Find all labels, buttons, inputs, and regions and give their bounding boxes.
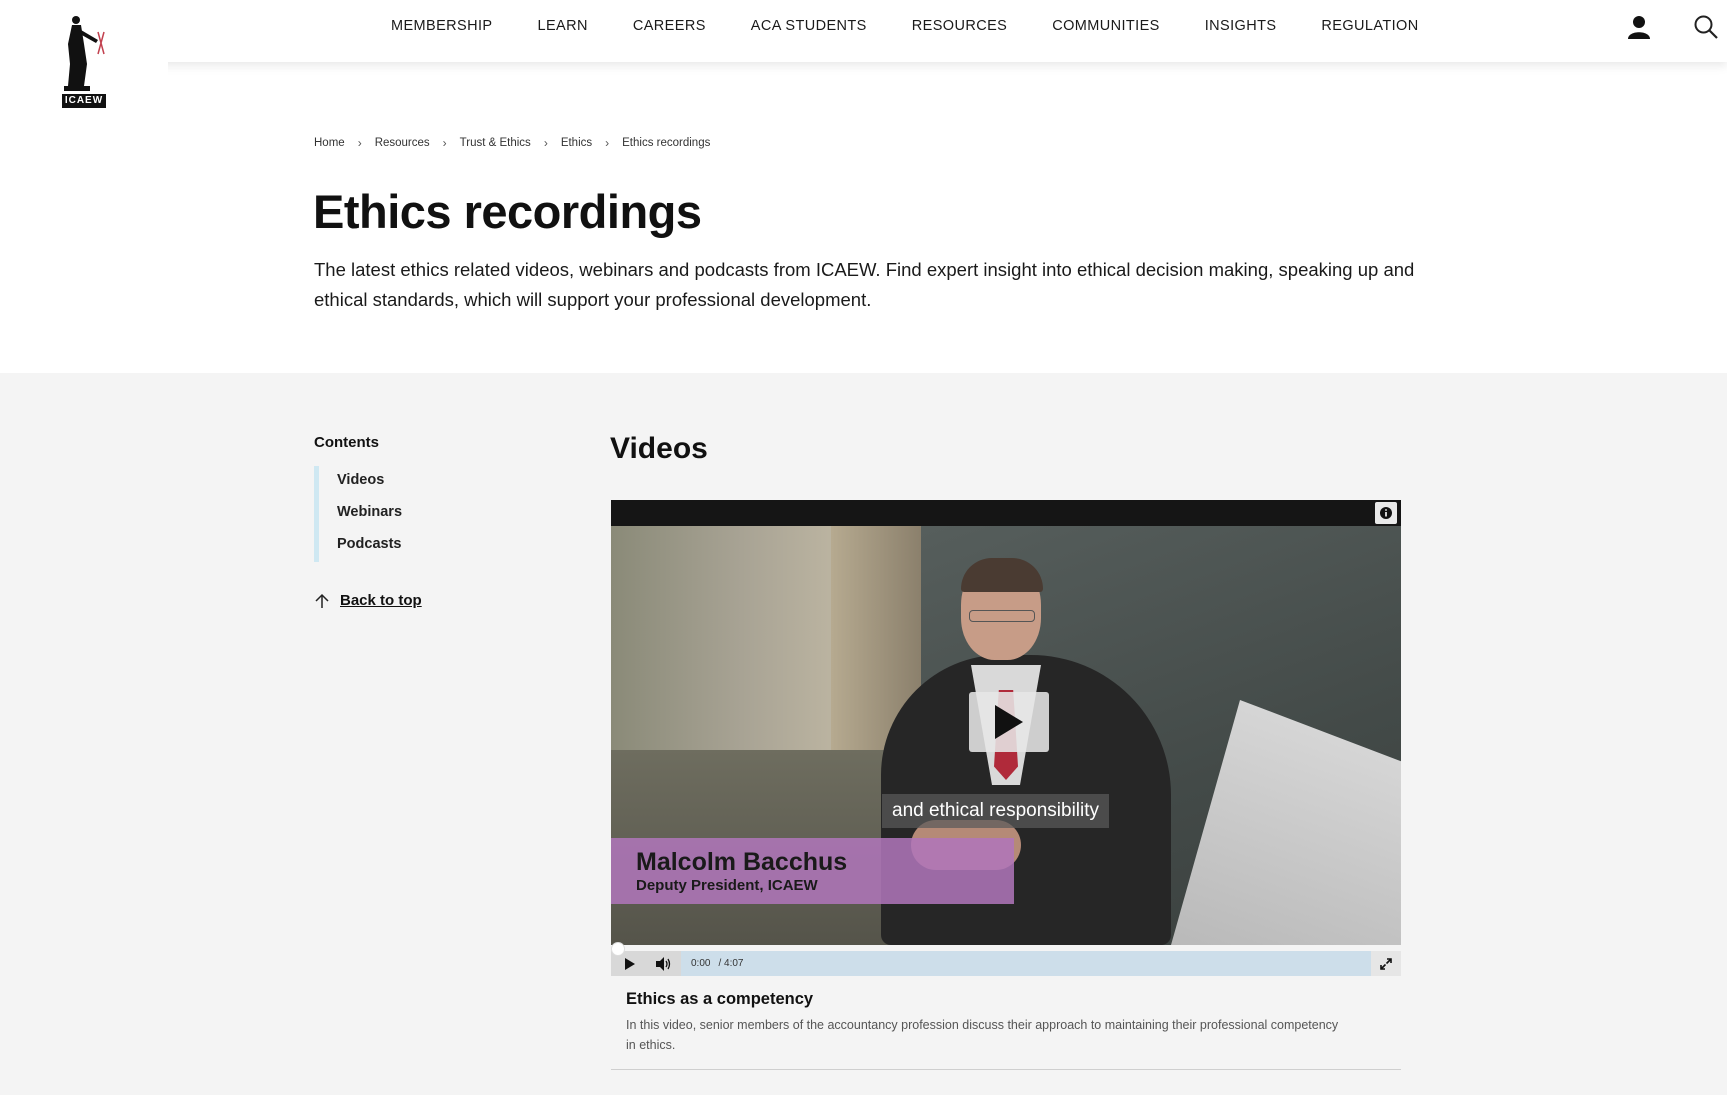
icaew-logo[interactable]: ICAEW xyxy=(0,0,168,120)
divider xyxy=(611,1069,1401,1070)
back-to-top-label: Back to top xyxy=(340,592,422,609)
video-controls: 0:00 / 4:07 xyxy=(611,951,1401,976)
logo-text: ICAEW xyxy=(61,94,107,108)
video-description: In this video, senior members of the acc… xyxy=(626,1018,1339,1052)
nav-membership[interactable]: MEMBERSHIP xyxy=(391,18,493,34)
play-icon[interactable] xyxy=(611,957,649,970)
nav-aca-students[interactable]: ACA STUDENTS xyxy=(751,18,867,34)
page-intro: The latest ethics related videos, webina… xyxy=(314,259,1415,310)
breadcrumb-resources[interactable]: Resources xyxy=(375,137,430,149)
video-top-bar xyxy=(611,500,1401,526)
progress-handle[interactable] xyxy=(611,942,625,956)
chevron-right-icon: › xyxy=(543,136,548,150)
breadcrumb-trust-ethics[interactable]: Trust & Ethics xyxy=(460,137,531,149)
chevron-right-icon: › xyxy=(357,136,362,150)
breadcrumb-current: Ethics recordings xyxy=(622,137,711,149)
chevron-right-icon: › xyxy=(442,136,447,150)
back-to-top-link[interactable]: Back to top xyxy=(314,592,422,609)
nav-resources[interactable]: RESOURCES xyxy=(912,18,1007,34)
statue-logo-icon xyxy=(64,16,105,91)
arrow-up-icon xyxy=(315,593,329,608)
nav-communities[interactable]: COMMUNITIES xyxy=(1052,18,1160,34)
info-icon[interactable] xyxy=(1375,502,1397,524)
video-title[interactable]: Ethics as a competency xyxy=(626,990,813,1009)
contents-title: Contents xyxy=(314,434,379,451)
user-icon[interactable] xyxy=(1627,15,1651,44)
breadcrumb-ethics[interactable]: Ethics xyxy=(561,137,592,149)
page-title: Ethics recordings xyxy=(313,185,702,238)
search-icon[interactable] xyxy=(1693,14,1719,45)
breadcrumb: Home › Resources › Trust & Ethics › Ethi… xyxy=(314,136,710,150)
contents-list: Videos Webinars Podcasts xyxy=(314,466,402,562)
nav-learn[interactable]: LEARN xyxy=(538,18,588,34)
video-caption: and ethical responsibility xyxy=(882,794,1110,828)
speaker-glasses xyxy=(969,610,1035,622)
speaker-name-plate: Malcolm Bacchus Deputy President, ICAEW xyxy=(611,838,1014,904)
speaker-role: Deputy President, ICAEW xyxy=(636,877,818,894)
contents-item-podcasts[interactable]: Podcasts xyxy=(337,528,402,560)
time-total: / 4:07 xyxy=(718,958,744,969)
volume-icon[interactable] xyxy=(649,956,679,971)
breadcrumb-home[interactable]: Home xyxy=(314,137,345,149)
chevron-right-icon: › xyxy=(605,136,610,150)
time-current: 0:00 xyxy=(691,958,711,969)
play-button-large[interactable] xyxy=(969,692,1049,752)
contents-item-webinars[interactable]: Webinars xyxy=(337,496,402,528)
speaker-name: Malcolm Bacchus xyxy=(636,848,848,876)
nav-careers[interactable]: CAREERS xyxy=(633,18,706,34)
main-nav: MEMBERSHIP LEARN CAREERS ACA STUDENTS RE… xyxy=(391,18,1464,34)
nav-regulation[interactable]: REGULATION xyxy=(1321,18,1418,34)
videos-heading: Videos xyxy=(610,432,708,465)
fullscreen-icon[interactable] xyxy=(1371,951,1401,976)
nav-insights[interactable]: INSIGHTS xyxy=(1205,18,1277,34)
contents-item-videos[interactable]: Videos xyxy=(337,464,402,496)
video-player[interactable]: and ethical responsibility Malcolm Bacch… xyxy=(611,500,1401,945)
play-icon xyxy=(995,705,1023,739)
